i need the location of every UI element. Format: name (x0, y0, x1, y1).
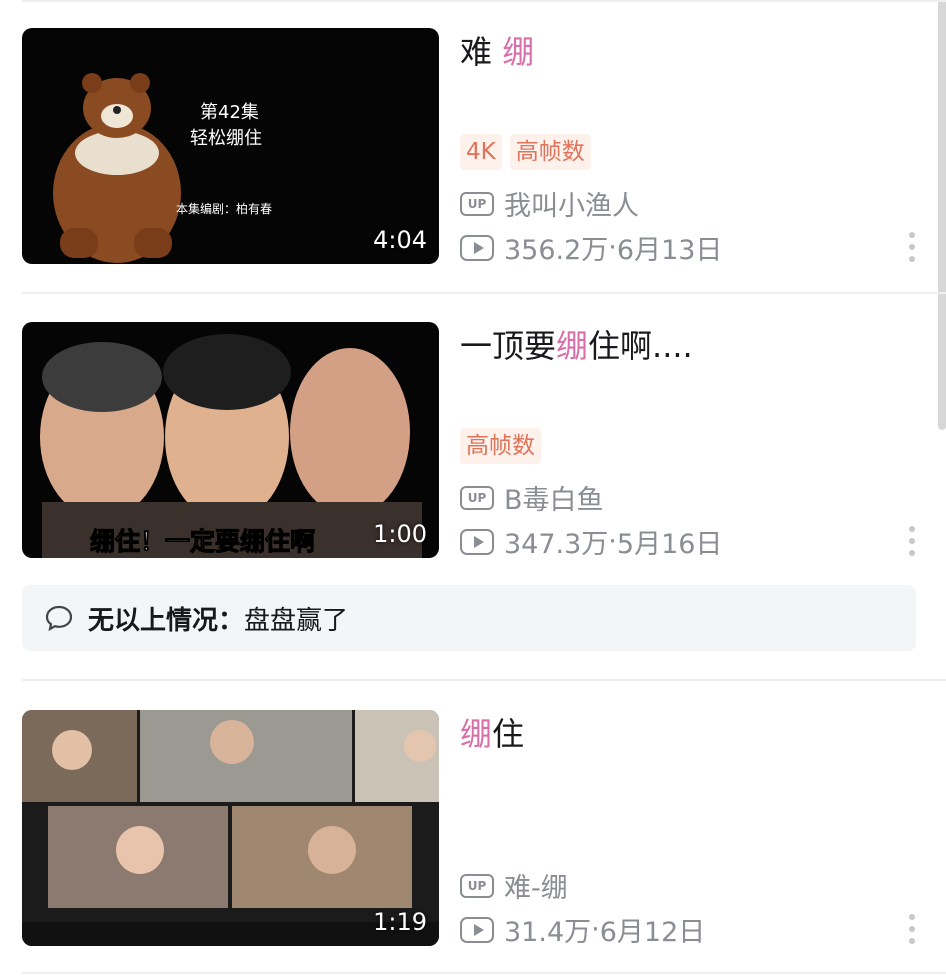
divider (22, 292, 946, 294)
video-thumbnail[interactable]: 绷住！一定要绷住啊 1:00 (22, 322, 439, 558)
thumb-episode-text: 第42集 (200, 102, 259, 123)
video-title[interactable]: 绷住 (460, 712, 524, 756)
video-duration: 1:00 (373, 520, 427, 548)
divider (22, 0, 946, 2)
video-thumbnail[interactable]: 第42集 轻松绷住 本集编剧：柏有春 4:04 (22, 28, 439, 264)
meta-separator: · (608, 232, 617, 263)
more-icon[interactable] (908, 914, 916, 944)
view-count: 356.2万 (504, 235, 609, 266)
thumb-subtitle-text: 轻松绷住 (190, 128, 262, 149)
tag-list: 高帧数 (460, 428, 541, 464)
video-card[interactable]: 第42集 轻松绷住 本集编剧：柏有春 4:04 难 绷 4K 高帧数 UP 我叫… (0, 28, 946, 267)
video-title[interactable]: 一顶要绷住啊.... (460, 324, 693, 368)
up-icon: UP (460, 191, 494, 216)
more-icon[interactable] (908, 526, 916, 556)
play-count-icon (460, 234, 494, 261)
title-text: 住 (492, 715, 525, 753)
video-card[interactable]: 绷住！一定要绷住啊 1:00 一顶要绷住啊.... 高帧数 UP B毒白鱼 34… (0, 322, 946, 561)
title-text: 一顶要 (460, 327, 557, 365)
stats-row: 31.4万 · 6月12日 (460, 910, 705, 949)
tag-4k: 4K (460, 134, 502, 170)
stats-row: 347.3万 · 5月16日 (460, 522, 722, 561)
divider (22, 972, 946, 974)
title-text: 难 (460, 33, 503, 71)
up-icon: UP (460, 873, 494, 898)
play-count-icon (460, 528, 494, 555)
uploader-row[interactable]: UP 我叫小渔人 (460, 184, 639, 223)
comment-bubble-icon (45, 605, 73, 632)
uploader-name: B毒白鱼 (504, 485, 604, 516)
tag-high-fps: 高帧数 (509, 134, 591, 170)
video-duration: 1:19 (373, 908, 427, 936)
view-count: 347.3万 (504, 529, 609, 560)
uploader-row[interactable]: UP B毒白鱼 (460, 478, 604, 517)
thumb-credit-text: 本集编剧：柏有春 (176, 202, 273, 216)
stats-row: 356.2万 · 6月13日 (460, 228, 722, 267)
video-title[interactable]: 难 绷 (460, 30, 534, 74)
video-duration: 4:04 (373, 226, 427, 254)
related-comment[interactable]: 无以上情况： 盘盘赢了 (22, 585, 916, 651)
video-thumbnail[interactable]: 1:19 (22, 710, 439, 946)
up-icon: UP (460, 485, 494, 510)
tag-list: 4K 高帧数 (460, 134, 591, 170)
more-icon[interactable] (908, 232, 916, 262)
title-highlight: 绷 (502, 33, 535, 71)
meta-separator: · (591, 914, 600, 945)
play-count-icon (460, 916, 494, 943)
comment-label: 无以上情况： (88, 605, 245, 636)
title-highlight: 绷 (460, 715, 493, 753)
thumb-caption: 绷住！一定要绷住啊 (89, 527, 316, 557)
uploader-name: 我叫小渔人 (504, 191, 639, 222)
view-count: 31.4万 (504, 917, 592, 948)
title-text: 住啊.... (588, 327, 693, 365)
tag-high-fps: 高帧数 (460, 428, 541, 464)
divider (22, 679, 946, 681)
title-highlight: 绷 (556, 327, 589, 365)
meta-separator: · (608, 526, 617, 557)
uploader-name: 难-绷 (504, 873, 568, 904)
publish-date: 6月13日 (616, 235, 723, 266)
video-card[interactable]: 1:19 绷住 UP 难-绷 31.4万 · 6月12日 (0, 710, 946, 949)
publish-date: 6月12日 (599, 917, 706, 948)
publish-date: 5月16日 (616, 529, 723, 560)
uploader-row[interactable]: UP 难-绷 (460, 866, 568, 905)
comment-text: 盘盘赢了 (244, 605, 349, 636)
